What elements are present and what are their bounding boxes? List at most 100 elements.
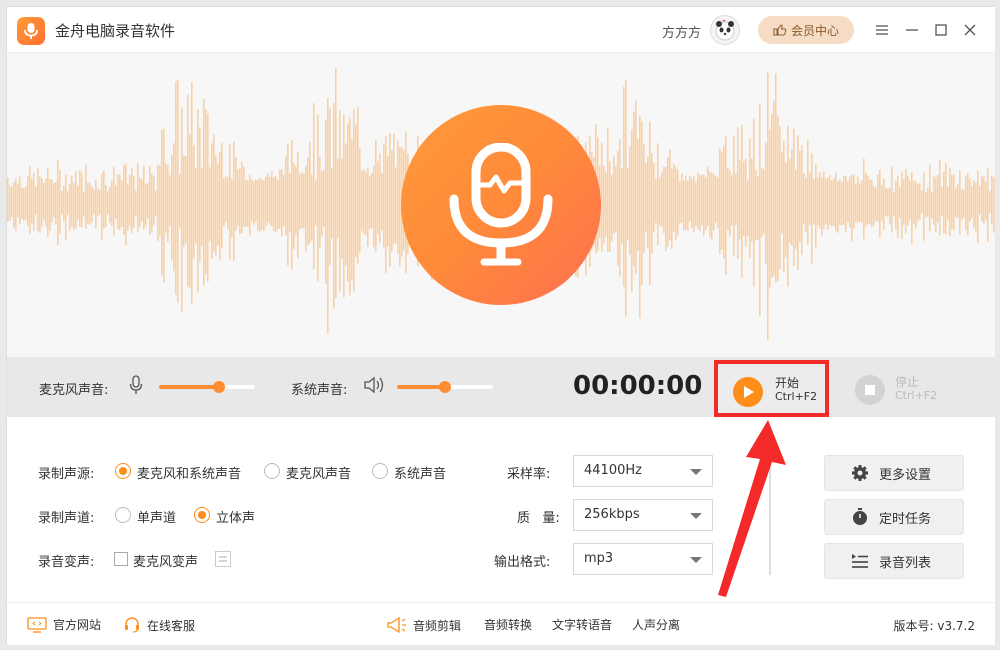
record-channel-label: 录制声道: bbox=[38, 511, 95, 526]
waveform-bar bbox=[13, 182, 15, 228]
more-settings-button[interactable]: 更多设置 bbox=[824, 455, 964, 491]
waveform-bar bbox=[305, 166, 307, 252]
source-option-mic-and-system[interactable]: 麦克风和系统声音 bbox=[137, 463, 241, 482]
waveform-bar bbox=[109, 186, 111, 223]
waveform-bar bbox=[63, 186, 65, 222]
waveform-bar bbox=[167, 165, 169, 243]
stop-button[interactable] bbox=[855, 375, 885, 405]
maximize-button[interactable] bbox=[930, 19, 952, 41]
waveform-bar bbox=[237, 169, 239, 227]
waveform-bar bbox=[875, 187, 877, 221]
minimize-button[interactable] bbox=[901, 19, 923, 41]
channel-option-mono[interactable]: 单声道 bbox=[137, 507, 176, 526]
output-format-select[interactable]: mp3 bbox=[573, 543, 713, 575]
play-icon bbox=[733, 377, 763, 407]
user-name[interactable]: 方方方 bbox=[662, 22, 701, 41]
waveform-bar bbox=[941, 186, 943, 216]
waveform-bar bbox=[683, 180, 685, 231]
vocal-separate-link[interactable]: 人声分离 bbox=[632, 616, 680, 633]
tts-link[interactable]: 文字转语音 bbox=[552, 616, 612, 633]
waveform-bar bbox=[773, 100, 775, 276]
waveform-bar bbox=[643, 143, 645, 253]
system-volume-knob[interactable] bbox=[439, 381, 451, 393]
waveform-bar bbox=[659, 177, 661, 226]
waveform-bar bbox=[295, 166, 297, 236]
voice-settings-button[interactable] bbox=[215, 551, 231, 567]
waveform-bar bbox=[613, 156, 615, 234]
sample-rate-select[interactable]: 44100Hz bbox=[573, 455, 713, 487]
waveform-bar bbox=[815, 163, 817, 248]
waveform-bar bbox=[121, 180, 123, 227]
waveform-bar bbox=[349, 117, 351, 296]
waveform-bar bbox=[733, 136, 735, 257]
source-radio-mic[interactable] bbox=[264, 463, 280, 479]
waveform-bar bbox=[9, 185, 11, 221]
waveform-bar bbox=[269, 177, 271, 225]
waveform-bar bbox=[343, 114, 345, 298]
record-list-button[interactable]: 录音列表 bbox=[824, 543, 964, 579]
channel-radio-mono[interactable] bbox=[115, 507, 131, 523]
waveform-bar bbox=[187, 94, 189, 287]
waveform-bar bbox=[297, 152, 299, 259]
microphone-icon bbox=[449, 143, 553, 266]
waveform-bar bbox=[759, 103, 761, 317]
source-option-system[interactable]: 系统声音 bbox=[394, 463, 446, 482]
waveform-bar bbox=[357, 107, 359, 264]
waveform-bar bbox=[243, 166, 245, 227]
waveform-bar bbox=[275, 176, 277, 233]
waveform-bar bbox=[671, 168, 673, 249]
control-bar: 麦克风声音: 系统声音: 00:00:00 开始 Ctrl+F2 停止 Ctrl… bbox=[7, 357, 995, 417]
website-link[interactable]: 官方网站 bbox=[27, 616, 101, 633]
waveform-bar bbox=[765, 142, 767, 264]
avatar[interactable] bbox=[710, 15, 740, 45]
waveform-bar bbox=[257, 179, 259, 231]
waveform-bar bbox=[855, 183, 857, 223]
quality-select[interactable]: 256kbps bbox=[573, 499, 713, 531]
waveform-bar bbox=[625, 80, 627, 317]
chevron-down-icon bbox=[690, 513, 702, 519]
waveform-bar bbox=[39, 176, 41, 233]
waveform-bar bbox=[35, 186, 37, 215]
waveform-bar bbox=[695, 181, 697, 227]
waveform-bar bbox=[935, 177, 937, 233]
mic-volume-knob[interactable] bbox=[212, 381, 225, 393]
audio-cut-link[interactable]: 音频剪辑 bbox=[385, 616, 461, 634]
waveform-bar bbox=[219, 151, 221, 261]
waveform-bar bbox=[49, 178, 51, 231]
mic-volume-slider[interactable] bbox=[159, 381, 255, 393]
channel-option-stereo[interactable]: 立体声 bbox=[216, 507, 255, 526]
waveform-bar bbox=[781, 151, 783, 234]
waveform-bar bbox=[901, 171, 903, 240]
system-volume-slider[interactable] bbox=[397, 381, 493, 393]
waveform-bar bbox=[669, 149, 671, 241]
waveform-bar bbox=[199, 127, 201, 263]
menu-button[interactable] bbox=[871, 19, 893, 41]
waveform-bar bbox=[807, 139, 809, 246]
waveform-bar bbox=[825, 178, 827, 225]
waveform-bar bbox=[241, 162, 243, 234]
close-button[interactable] bbox=[959, 19, 981, 41]
waveform-bar bbox=[839, 179, 841, 226]
scheduled-task-button[interactable]: 定时任务 bbox=[824, 499, 964, 535]
waveform-bar bbox=[681, 173, 683, 223]
source-option-mic[interactable]: 麦克风声音 bbox=[286, 463, 351, 482]
audio-convert-link[interactable]: 音频转换 bbox=[484, 616, 532, 633]
start-button[interactable]: 开始 Ctrl+F2 bbox=[714, 360, 829, 417]
source-radio-mic-and-system[interactable] bbox=[115, 463, 131, 479]
waveform-bar bbox=[911, 172, 913, 245]
vip-center-button[interactable]: 会员中心 bbox=[758, 16, 854, 44]
waveform-bar bbox=[97, 188, 99, 217]
sliders-icon bbox=[219, 556, 227, 562]
support-link[interactable]: 在线客服 bbox=[123, 616, 195, 634]
waveform-bar bbox=[745, 158, 747, 247]
source-radio-system[interactable] bbox=[372, 463, 388, 479]
waveform-bar bbox=[89, 182, 91, 225]
channel-radio-stereo[interactable] bbox=[194, 507, 210, 523]
waveform-bar bbox=[61, 191, 63, 215]
waveform-bar bbox=[395, 167, 397, 244]
voice-change-checkbox[interactable] bbox=[114, 552, 128, 566]
waveform-bar bbox=[115, 185, 117, 219]
tts-label: 文字转语音 bbox=[552, 618, 613, 632]
waveform-bar bbox=[367, 167, 369, 247]
voice-change-option[interactable]: 麦克风变声 bbox=[133, 551, 198, 570]
